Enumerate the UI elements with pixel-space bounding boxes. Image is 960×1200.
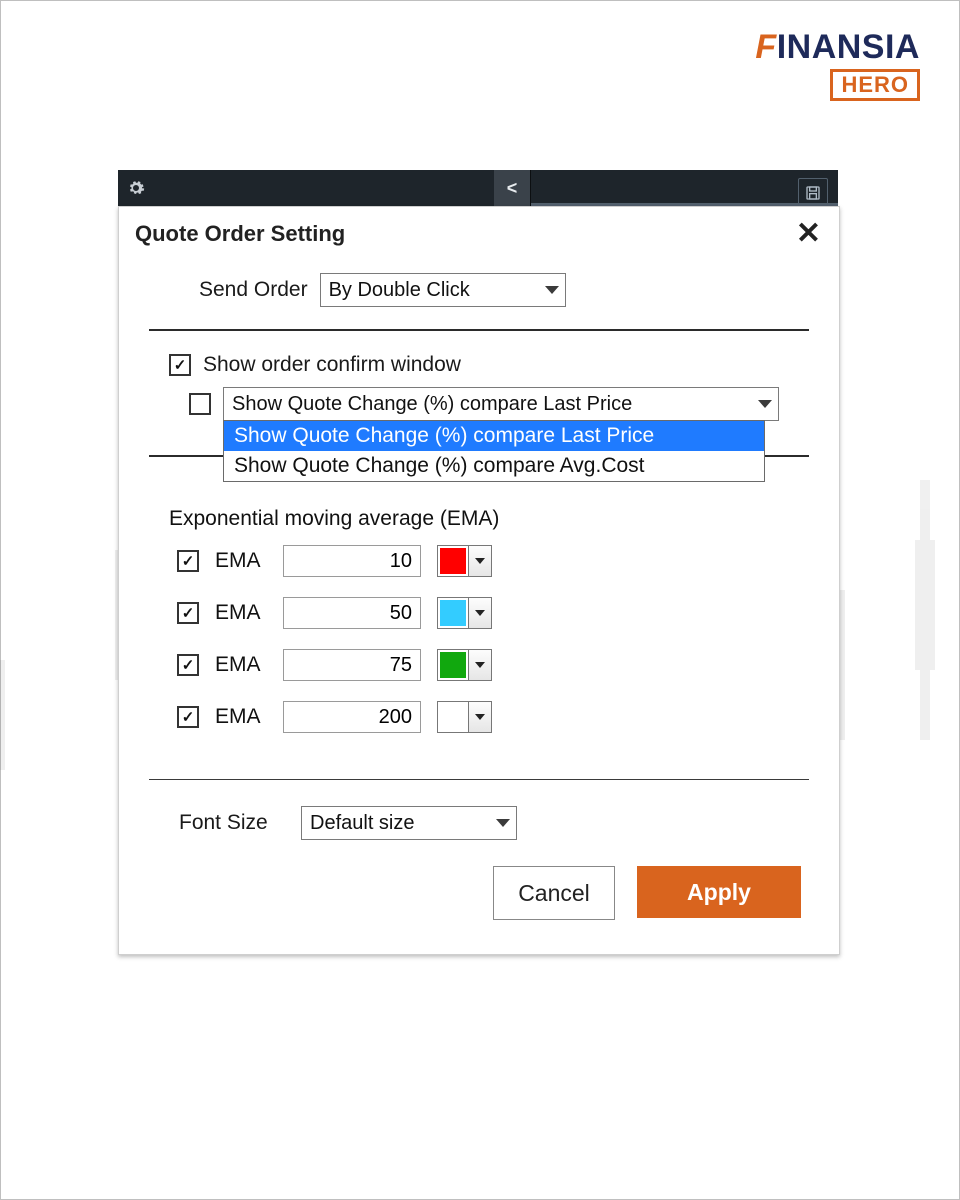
ema-color-0[interactable] xyxy=(437,545,492,577)
divider xyxy=(149,329,809,331)
brand-logo: FINANSIA HERO xyxy=(755,28,920,101)
apply-button[interactable]: Apply xyxy=(637,866,801,918)
quote-change-option-0[interactable]: Show Quote Change (%) compare Last Price xyxy=(224,421,764,451)
dialog-title: Quote Order Setting xyxy=(135,221,796,247)
brand-hero: HERO xyxy=(830,69,920,101)
ema-row-2: ✓ EMA xyxy=(177,649,799,681)
ema-color-1[interactable] xyxy=(437,597,492,629)
cancel-button[interactable]: Cancel xyxy=(493,866,615,920)
ema-checkbox-1[interactable]: ✓ xyxy=(177,602,199,624)
window-toolbar: < xyxy=(118,170,838,206)
save-icon[interactable] xyxy=(798,178,828,208)
font-size-select[interactable]: Default size xyxy=(301,806,517,840)
ema-color-2[interactable] xyxy=(437,649,492,681)
ema-label-1: EMA xyxy=(215,601,267,625)
color-swatch xyxy=(438,598,468,628)
chevron-down-icon xyxy=(545,286,559,294)
quote-change-checkbox[interactable]: ✓ xyxy=(189,393,211,415)
chevron-down-icon xyxy=(496,819,510,827)
ema-value-3[interactable] xyxy=(283,701,421,733)
send-order-value: By Double Click xyxy=(329,279,535,302)
ema-label-3: EMA xyxy=(215,705,267,729)
divider xyxy=(149,779,809,780)
font-size-value: Default size xyxy=(310,812,486,835)
quote-order-setting-dialog: Quote Order Setting ✕ Send Order By Doub… xyxy=(118,206,840,955)
font-size-label: Font Size xyxy=(179,811,289,835)
quote-change-option-1[interactable]: Show Quote Change (%) compare Avg.Cost xyxy=(224,451,764,481)
chevron-down-icon[interactable] xyxy=(468,702,491,732)
show-confirm-checkbox[interactable]: ✓ xyxy=(169,354,191,376)
ema-label-0: EMA xyxy=(215,549,267,573)
brand-f: F xyxy=(755,28,776,66)
color-swatch xyxy=(438,650,468,680)
send-order-label: Send Order xyxy=(199,278,308,302)
ema-heading: Exponential moving average (EMA) xyxy=(169,507,799,531)
quote-change-dropdown-panel: Show Quote Change (%) compare Last Price… xyxy=(223,420,765,482)
ema-color-3[interactable] xyxy=(437,701,492,733)
ema-row-0: ✓ EMA xyxy=(177,545,799,577)
ema-checkbox-3[interactable]: ✓ xyxy=(177,706,199,728)
ema-label-2: EMA xyxy=(215,653,267,677)
quote-change-select[interactable]: Show Quote Change (%) compare Last Price xyxy=(223,387,779,421)
ema-checkbox-2[interactable]: ✓ xyxy=(177,654,199,676)
ema-checkbox-0[interactable]: ✓ xyxy=(177,550,199,572)
ema-row-1: ✓ EMA xyxy=(177,597,799,629)
send-order-select[interactable]: By Double Click xyxy=(320,273,566,307)
collapse-tab[interactable]: < xyxy=(494,170,530,206)
color-swatch xyxy=(438,702,468,732)
color-swatch xyxy=(438,546,468,576)
ema-value-2[interactable] xyxy=(283,649,421,681)
close-icon[interactable]: ✕ xyxy=(796,224,821,244)
chevron-down-icon xyxy=(758,400,772,408)
ema-row-3: ✓ EMA xyxy=(177,701,799,733)
chevron-down-icon[interactable] xyxy=(468,598,491,628)
show-confirm-label: Show order confirm window xyxy=(203,353,461,377)
chevron-down-icon[interactable] xyxy=(468,650,491,680)
ema-value-0[interactable] xyxy=(283,545,421,577)
brand-rest: INANSIA xyxy=(777,28,920,66)
quote-change-value: Show Quote Change (%) compare Last Price xyxy=(232,393,748,416)
ema-value-1[interactable] xyxy=(283,597,421,629)
chevron-down-icon[interactable] xyxy=(468,546,491,576)
gear-icon[interactable] xyxy=(118,170,154,206)
